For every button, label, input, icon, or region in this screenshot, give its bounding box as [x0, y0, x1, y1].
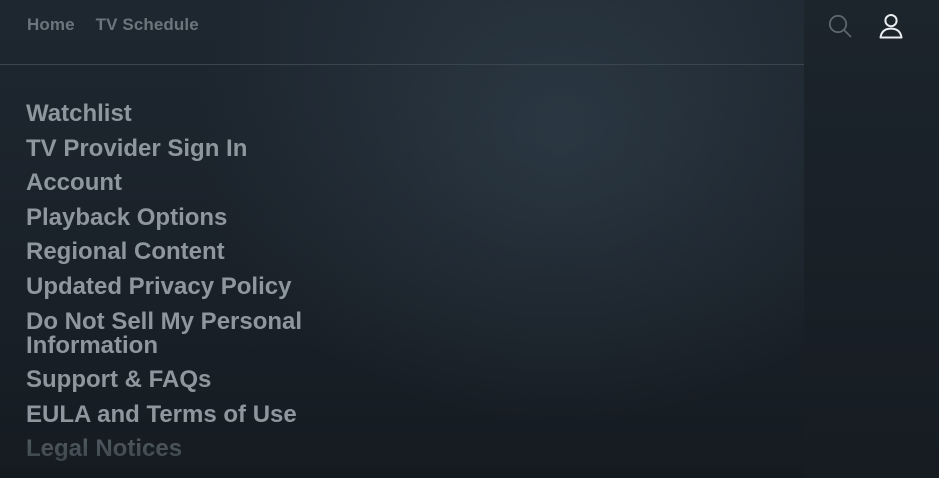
menu-item-support-faqs[interactable]: Support & FAQs	[26, 363, 302, 398]
profile-icon[interactable]	[877, 12, 905, 40]
nav-home[interactable]: Home	[27, 15, 75, 35]
menu-item-regional-content[interactable]: Regional Content	[26, 235, 302, 270]
menu-item-updated-privacy-policy[interactable]: Updated Privacy Policy	[26, 270, 302, 305]
menu-item-do-not-sell[interactable]: Do Not Sell My Personal Information	[26, 305, 302, 364]
search-icon[interactable]	[826, 12, 854, 40]
menu-item-watchlist[interactable]: Watchlist	[26, 97, 302, 132]
menu-item-legal-notices[interactable]: Legal Notices	[26, 432, 302, 467]
right-panel	[804, 0, 939, 478]
menu-item-do-not-sell-line2: Information	[26, 331, 158, 359]
top-nav: Home TV Schedule	[27, 13, 199, 37]
menu-item-eula-terms[interactable]: EULA and Terms of Use	[26, 398, 302, 433]
nav-tv-schedule[interactable]: TV Schedule	[96, 15, 199, 35]
menu-item-tv-provider-sign-in[interactable]: TV Provider Sign In	[26, 132, 302, 167]
account-menu: Watchlist TV Provider Sign In Account Pl…	[26, 97, 302, 467]
menu-item-account[interactable]: Account	[26, 166, 302, 201]
menu-item-do-not-sell-line1: Do Not Sell My Personal	[26, 307, 303, 335]
menu-item-playback-options[interactable]: Playback Options	[26, 201, 302, 236]
header-divider	[0, 64, 804, 65]
